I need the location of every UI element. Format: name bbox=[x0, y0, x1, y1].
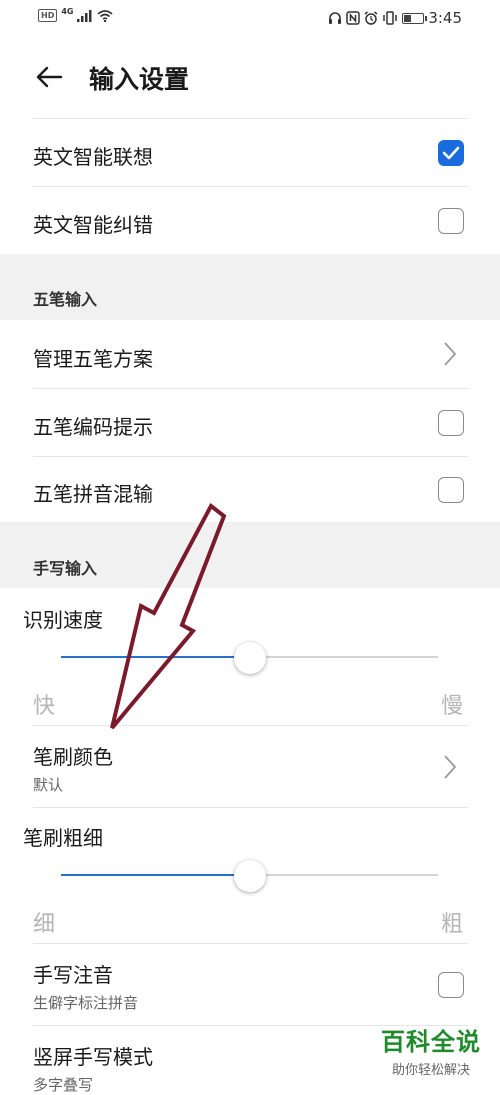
status-right: 3:45 bbox=[328, 9, 462, 27]
status-bar: HD 4G 3:45 bbox=[0, 0, 500, 38]
brush-width-title: 笔刷粗细 bbox=[23, 826, 103, 850]
setting-label: 竖屏手写模式 bbox=[33, 1045, 153, 1069]
recognition-speed-title: 识别速度 bbox=[23, 608, 103, 632]
section-label: 五笔输入 bbox=[33, 290, 98, 309]
setting-label: 英文智能联想 bbox=[33, 145, 153, 169]
slider-track-fill bbox=[61, 874, 250, 876]
slider-track-fill bbox=[61, 656, 250, 658]
nfc-icon bbox=[346, 11, 361, 25]
section-header-handwriting: 手写输入 bbox=[0, 522, 500, 588]
slider-thumb[interactable] bbox=[233, 860, 266, 892]
setting-row-brush-color[interactable]: 笔刷颜色 默认 bbox=[33, 725, 468, 807]
setting-row-manage-wubi[interactable]: 管理五笔方案 bbox=[33, 320, 468, 388]
network-type: 4G bbox=[61, 7, 74, 16]
status-time: 3:45 bbox=[428, 9, 462, 27]
setting-label: 手写注音 bbox=[33, 963, 113, 987]
wifi-icon bbox=[97, 9, 114, 22]
slider-thumb[interactable] bbox=[233, 642, 266, 674]
speed-min-label: 快 bbox=[33, 694, 56, 719]
check-icon bbox=[442, 146, 460, 160]
chevron-right-icon bbox=[444, 342, 457, 366]
setting-value: 默认 bbox=[33, 776, 64, 794]
brush-width-slider[interactable] bbox=[61, 860, 438, 892]
headset-icon bbox=[329, 12, 342, 24]
vibrate-icon bbox=[383, 11, 398, 25]
page-title: 输入设置 bbox=[89, 65, 190, 94]
recognition-speed-slider[interactable] bbox=[61, 642, 438, 674]
setting-row-english-correction[interactable]: 英文智能纠错 bbox=[33, 186, 468, 254]
setting-label: 管理五笔方案 bbox=[33, 347, 153, 371]
setting-label: 五笔拼音混输 bbox=[33, 482, 153, 506]
english-correction-checkbox[interactable] bbox=[438, 208, 464, 234]
hd-badge: HD bbox=[38, 9, 58, 22]
width-max-label: 粗 bbox=[441, 912, 464, 937]
width-min-label: 细 bbox=[33, 912, 56, 937]
setting-row-wubi-hint[interactable]: 五笔编码提示 bbox=[33, 388, 468, 456]
english-prediction-checkbox[interactable] bbox=[438, 140, 464, 166]
status-left: HD 4G bbox=[38, 7, 114, 22]
wubi-pinyin-checkbox[interactable] bbox=[438, 477, 464, 503]
setting-description: 生僻字标注拼音 bbox=[33, 994, 139, 1012]
divider bbox=[33, 807, 468, 808]
setting-label: 英文智能纠错 bbox=[33, 213, 153, 237]
watermark-subtitle: 助你轻松解决 bbox=[391, 1063, 470, 1078]
alarm-icon bbox=[364, 11, 378, 25]
watermark-title: 百科全说 bbox=[381, 1028, 481, 1056]
setting-description: 多字叠写 bbox=[33, 1076, 94, 1094]
watermark: 百科全说 助你轻松解决 bbox=[376, 1022, 486, 1078]
handwriting-phonetic-checkbox[interactable] bbox=[438, 972, 464, 998]
setting-label: 笔刷颜色 bbox=[33, 745, 113, 769]
speed-max-label: 慢 bbox=[441, 694, 464, 719]
signal-icon bbox=[77, 9, 92, 22]
setting-label: 五笔编码提示 bbox=[33, 415, 153, 439]
setting-row-english-prediction[interactable]: 英文智能联想 bbox=[33, 118, 468, 186]
chevron-right-icon bbox=[444, 755, 457, 779]
back-arrow-icon[interactable] bbox=[34, 62, 64, 92]
setting-row-wubi-pinyin[interactable]: 五笔拼音混输 bbox=[33, 456, 468, 522]
battery-icon bbox=[402, 12, 428, 24]
wubi-hint-checkbox[interactable] bbox=[438, 410, 464, 436]
section-label: 手写输入 bbox=[33, 559, 98, 578]
app-header: 输入设置 bbox=[0, 38, 500, 118]
setting-row-handwriting-phonetic[interactable]: 手写注音 生僻字标注拼音 bbox=[33, 943, 468, 1025]
section-header-wubi: 五笔输入 bbox=[0, 254, 500, 320]
